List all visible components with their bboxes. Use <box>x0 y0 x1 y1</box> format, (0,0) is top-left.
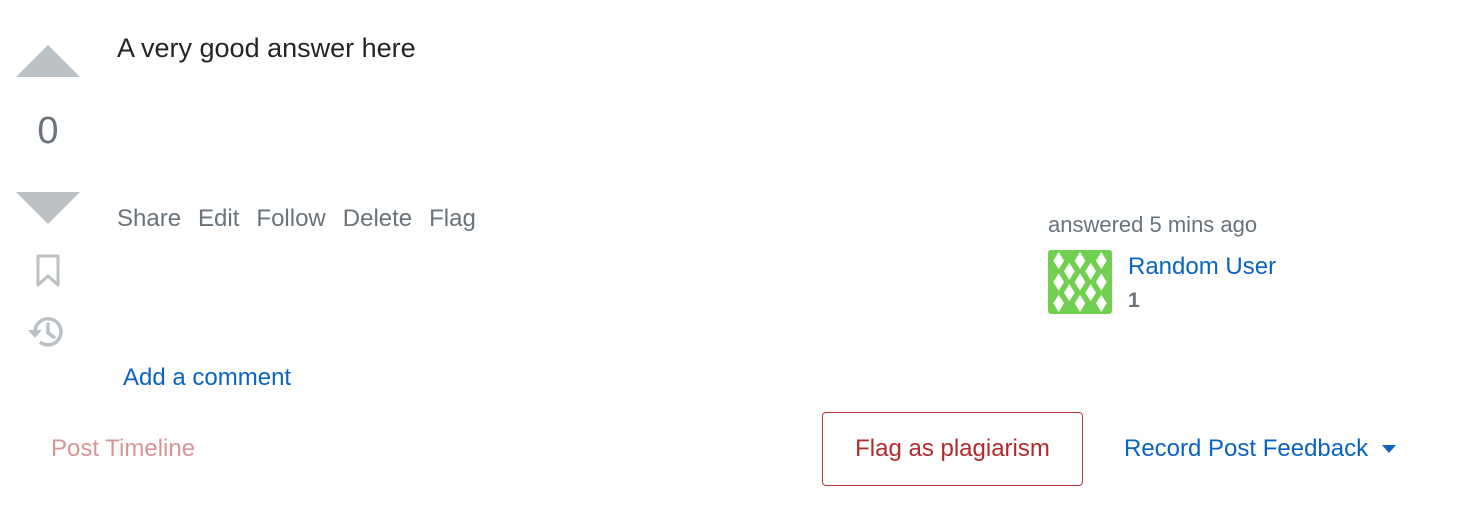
triangle-up-icon <box>16 45 80 77</box>
identicon-avatar <box>1048 250 1112 314</box>
follow-link[interactable]: Follow <box>256 205 325 233</box>
answered-timestamp: answered 5 mins ago <box>1048 212 1258 237</box>
vote-count: 0 <box>37 110 59 152</box>
user-name-link[interactable]: Random User <box>1128 253 1276 281</box>
post-menu: Share Edit Follow Delete Flag <box>117 205 476 233</box>
edit-link[interactable]: Edit <box>198 205 239 233</box>
flag-link[interactable]: Flag <box>429 205 476 233</box>
delete-link[interactable]: Delete <box>343 205 412 233</box>
post-timeline-link[interactable]: Post Timeline <box>51 435 195 463</box>
answer-body: A very good answer here <box>117 33 416 63</box>
flag-plagiarism-label: Flag as plagiarism <box>855 435 1050 462</box>
history-button[interactable] <box>26 312 68 352</box>
add-comment-link[interactable]: Add a comment <box>123 364 291 392</box>
share-link[interactable]: Share <box>117 205 181 233</box>
record-post-feedback-label: Record Post Feedback <box>1124 435 1369 462</box>
bookmark-button[interactable] <box>34 254 62 288</box>
upvote-button[interactable] <box>16 44 80 78</box>
history-icon <box>28 317 63 347</box>
user-avatar[interactable] <box>1048 250 1112 314</box>
record-post-feedback-dropdown[interactable]: Record Post Feedback <box>1124 435 1397 463</box>
user-reputation: 1 <box>1128 289 1140 312</box>
caret-down-icon <box>1382 444 1397 453</box>
triangle-down-icon <box>16 192 80 224</box>
flag-plagiarism-button[interactable]: Flag as plagiarism <box>822 412 1083 486</box>
bookmark-icon <box>36 254 60 287</box>
downvote-button[interactable] <box>16 191 80 225</box>
